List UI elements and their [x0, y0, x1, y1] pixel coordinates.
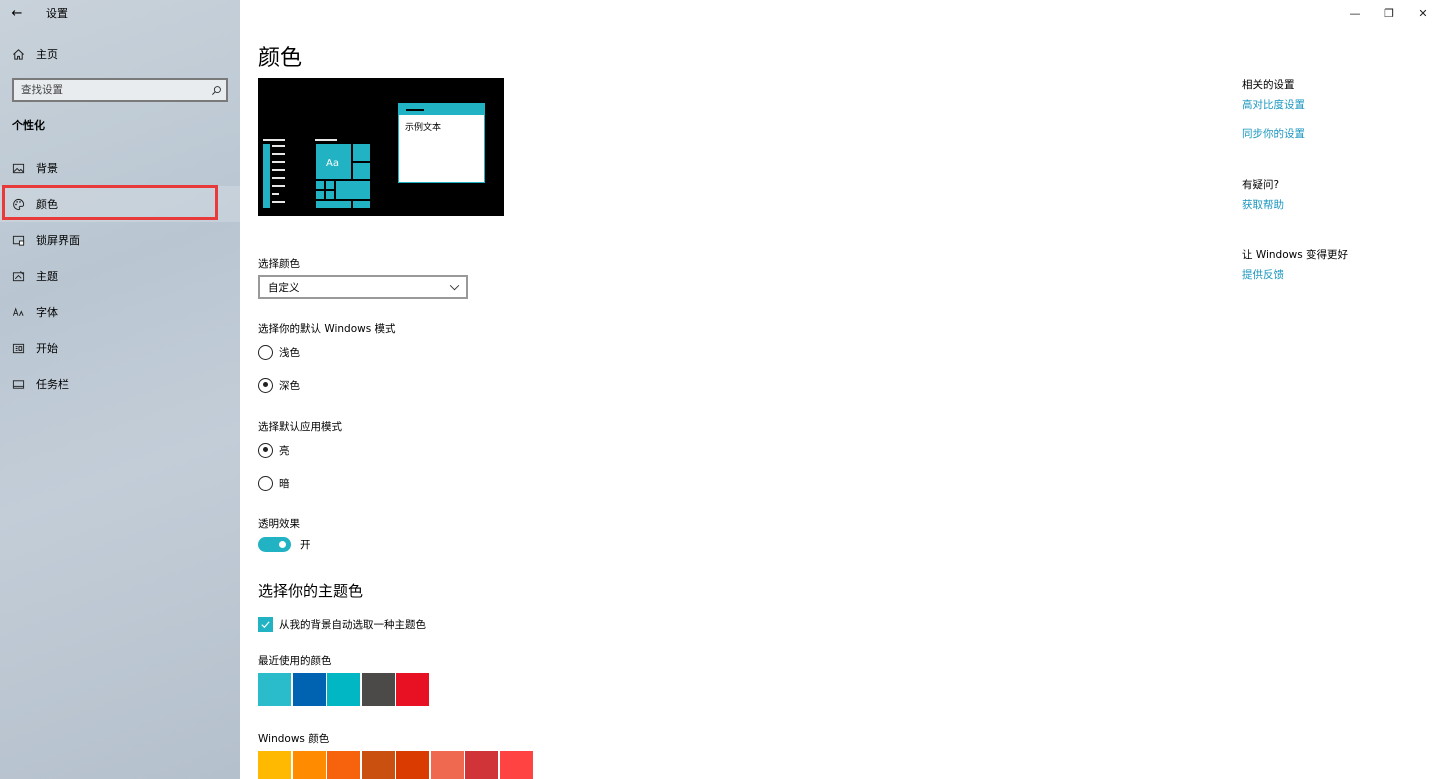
theme-icon [0, 270, 36, 283]
sidebar-item-label: 任务栏 [36, 378, 69, 391]
checkmark-icon [261, 621, 270, 629]
get-help-link[interactable]: 获取帮助 [1242, 197, 1284, 212]
recent-colors-label: 最近使用的颜色 [258, 655, 332, 667]
related-settings-heading: 相关的设置 [1242, 79, 1295, 91]
windows-mode-light-option[interactable]: 浅色 [258, 344, 300, 360]
font-icon [0, 306, 36, 319]
palette-icon [0, 198, 36, 211]
minimize-icon: — [1349, 6, 1361, 20]
radio-button[interactable] [258, 442, 273, 458]
sidebar-item-label: 背景 [36, 162, 58, 175]
start-icon [0, 342, 36, 355]
close-button[interactable]: ✕ [1406, 0, 1440, 26]
sidebar-item-label: 颜色 [36, 198, 58, 211]
color-swatch[interactable] [292, 673, 326, 706]
lock-screen-icon [0, 234, 36, 247]
sidebar-item-label: 字体 [36, 306, 58, 319]
app-mode-label: 选择默认应用模式 [258, 421, 342, 433]
sidebar-item-label: 锁屏界面 [36, 234, 80, 247]
home-icon [0, 48, 36, 61]
sidebar-item-label: 主页 [36, 48, 58, 61]
sidebar-item-fonts[interactable]: 字体 [0, 294, 240, 330]
color-swatch[interactable] [361, 751, 395, 779]
nav-list: 背景 颜色 锁屏界面 主题 字体 开始 任务栏 [0, 150, 240, 402]
high-contrast-link[interactable]: 高对比度设置 [1242, 97, 1305, 112]
sidebar-item-label: 主题 [36, 270, 58, 283]
sidebar-item-lock-screen[interactable]: 锁屏界面 [0, 222, 240, 258]
color-swatch[interactable] [430, 751, 464, 779]
restore-icon: ❐ [1384, 6, 1394, 20]
color-swatch[interactable] [361, 673, 395, 706]
transparency-toggle-row: 开 [258, 537, 311, 552]
color-swatch[interactable] [327, 751, 360, 779]
radio-label: 深色 [279, 379, 300, 392]
color-swatch[interactable] [258, 673, 291, 706]
radio-label: 浅色 [279, 346, 300, 359]
radio-button[interactable] [258, 475, 273, 491]
color-swatch[interactable] [292, 751, 326, 779]
accent-section-title: 选择你的主题色 [258, 582, 364, 600]
checkbox-label: 从我的背景自动选取一种主题色 [279, 619, 426, 631]
close-icon: ✕ [1418, 6, 1428, 20]
recent-colors-swatches [258, 673, 431, 706]
radio-button[interactable] [258, 344, 273, 360]
color-swatch[interactable] [465, 751, 498, 779]
sidebar-item-colors[interactable]: 颜色 [0, 186, 240, 222]
transparency-toggle[interactable] [258, 537, 291, 552]
restore-button[interactable]: ❐ [1372, 0, 1406, 26]
page-title: 颜色 [258, 46, 303, 71]
color-swatch[interactable] [396, 673, 429, 706]
taskbar-icon [0, 378, 36, 391]
sidebar-item-taskbar[interactable]: 任务栏 [0, 366, 240, 402]
sidebar-item-themes[interactable]: 主题 [0, 258, 240, 294]
preview-window-titlebar [399, 104, 484, 115]
color-swatch[interactable] [499, 751, 533, 779]
choose-color-dropdown[interactable]: 自定义 [258, 275, 468, 299]
back-button[interactable]: ← [0, 0, 34, 26]
color-preview: Aa 示例文本 [258, 78, 504, 216]
sidebar-item-label: 开始 [36, 342, 58, 355]
radio-label: 亮 [279, 444, 290, 457]
toggle-state-label: 开 [300, 539, 311, 551]
preview-window: 示例文本 [398, 103, 485, 183]
section-header: 个性化 [12, 119, 45, 132]
dropdown-value: 自定义 [268, 281, 300, 294]
choose-color-label: 选择颜色 [258, 258, 300, 270]
search-box[interactable] [12, 78, 228, 102]
transparency-label: 透明效果 [258, 518, 300, 530]
app-title: 设置 [46, 7, 68, 20]
windows-colors-swatches [258, 751, 534, 779]
sidebar-item-start[interactable]: 开始 [0, 330, 240, 366]
picture-icon [0, 162, 36, 175]
radio-label: 暗 [279, 477, 290, 490]
sync-settings-link[interactable]: 同步你的设置 [1242, 126, 1305, 141]
auto-pick-accent-checkbox[interactable] [258, 617, 273, 632]
search-input[interactable] [21, 84, 206, 96]
window-controls: — ❐ ✕ [1338, 0, 1440, 26]
color-swatch[interactable] [327, 673, 360, 706]
question-heading: 有疑问? [1242, 179, 1280, 191]
windows-colors-label: Windows 颜色 [258, 733, 330, 745]
sidebar-item-background[interactable]: 背景 [0, 150, 240, 186]
chevron-down-icon [449, 281, 460, 294]
auto-pick-accent-row[interactable]: 从我的背景自动选取一种主题色 [258, 617, 426, 632]
sidebar-item-home[interactable]: 主页 [0, 41, 240, 67]
sidebar: ← 设置 主页 个性化 背景 颜色 [0, 0, 240, 779]
preview-tile-text: Aa [326, 158, 339, 169]
app-mode-light-option[interactable]: 亮 [258, 442, 290, 458]
color-swatch[interactable] [396, 751, 429, 779]
preview-sample-text: 示例文本 [405, 123, 442, 133]
windows-mode-dark-option[interactable]: 深色 [258, 377, 300, 393]
feedback-link[interactable]: 提供反馈 [1242, 267, 1284, 282]
back-arrow-icon: ← [11, 5, 23, 21]
color-swatch[interactable] [258, 751, 291, 779]
minimize-button[interactable]: — [1338, 0, 1372, 26]
app-mode-dark-option[interactable]: 暗 [258, 475, 290, 491]
radio-button[interactable] [258, 377, 273, 393]
improve-windows-heading: 让 Windows 变得更好 [1242, 249, 1349, 261]
windows-mode-label: 选择你的默认 Windows 模式 [258, 323, 396, 335]
title-bar: ← 设置 [0, 0, 240, 26]
search-icon[interactable] [206, 80, 226, 100]
